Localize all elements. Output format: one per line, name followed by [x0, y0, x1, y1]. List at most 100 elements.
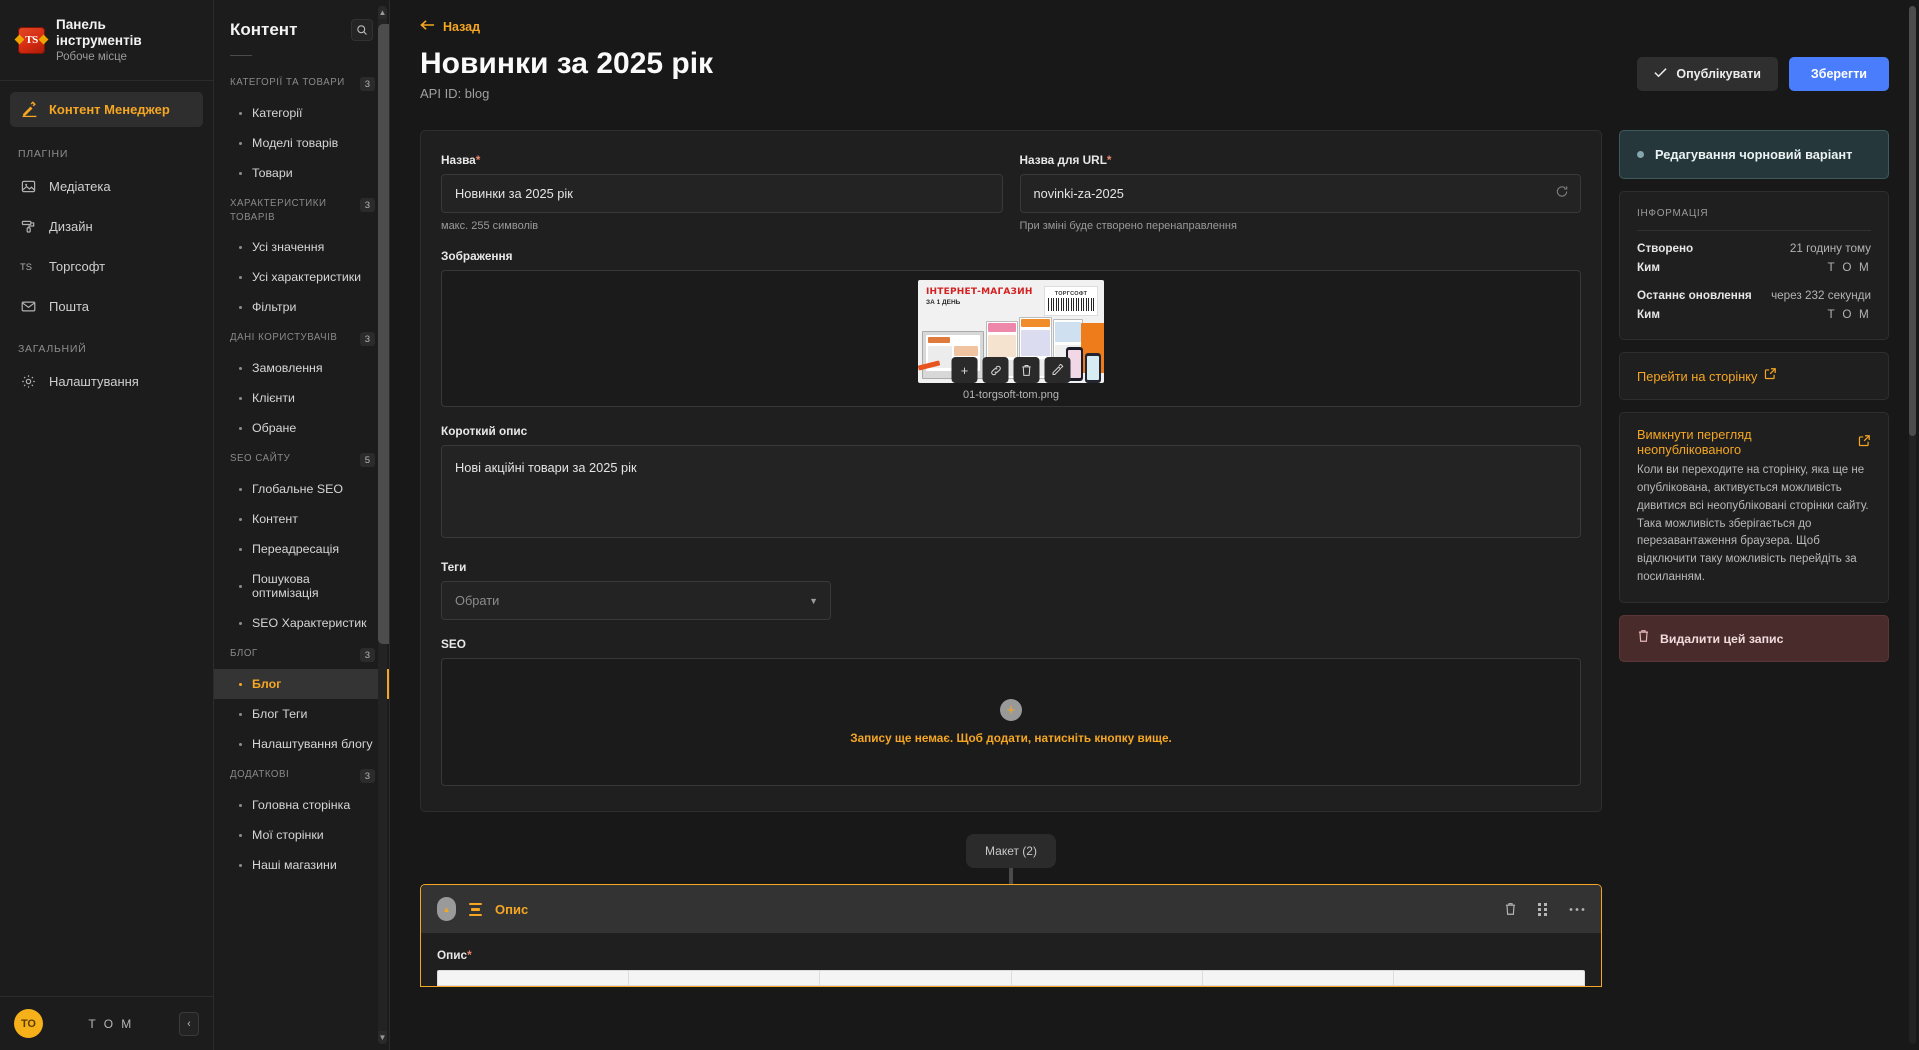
search-icon[interactable] — [351, 19, 373, 41]
info-card-title: ІНФОРМАЦІЯ — [1637, 208, 1871, 232]
bullet-icon — [239, 682, 242, 686]
url-input[interactable] — [1019, 174, 1581, 214]
refresh-icon[interactable] — [1555, 184, 1569, 203]
sidebar-group-general-label: ЗАГАЛЬНИЙ — [18, 342, 87, 355]
nav-item-blog-settings[interactable]: Налаштування блогу — [214, 729, 389, 759]
image-label: Зображення — [441, 249, 513, 264]
layout-section: Макет (2) ▲ Опис Опис* — [420, 834, 1602, 988]
nav-item-seo-content[interactable]: Контент — [214, 504, 389, 534]
scrollbar-thumb[interactable] — [1909, 6, 1916, 436]
nav-item-our-stores[interactable]: Наші магазини — [214, 850, 389, 880]
nav-item-home-page[interactable]: Головна сторінка — [214, 790, 389, 820]
name-input[interactable] — [441, 174, 1003, 214]
info-card: ІНФОРМАЦІЯ Створено 21 годину тому Ким Т… — [1619, 191, 1889, 341]
external-link-icon — [1858, 434, 1871, 450]
tags-group: Теги Обрати ▼ — [441, 560, 1581, 621]
tags-select-placeholder: Обрати — [455, 593, 500, 609]
tags-select[interactable]: Обрати ▼ — [441, 581, 831, 621]
nav-item-favorites[interactable]: Обране — [214, 413, 389, 443]
info-row: Створено 21 годину тому — [1637, 242, 1871, 255]
required-marker: * — [467, 948, 472, 963]
rich-text-toolbar[interactable] — [437, 970, 1585, 987]
save-button[interactable]: Зберегти — [1788, 57, 1889, 91]
info-row-key: Створено — [1637, 242, 1694, 256]
main-form-card: Назва* макс. 255 символів Назва для URL* — [420, 130, 1602, 813]
image-thumbnail-wrap: ІНТЕРНЕТ-МАГАЗИН ЗА 1 ДЕНЬ ТОРГСОФТ + — [918, 280, 1104, 384]
bullet-icon — [239, 863, 242, 867]
content-nav-scrollbar[interactable]: ▲ ▼ — [378, 6, 389, 1044]
sidebar-item-settings[interactable]: Налаштування — [10, 364, 203, 399]
nav-item-label: Клієнти — [252, 391, 295, 406]
delete-entry-button[interactable]: Видалити цей запис — [1619, 615, 1889, 663]
nav-item-search-optimization[interactable]: Пошукова оптимізація — [214, 564, 389, 608]
name-url-row: Назва* макс. 255 символів Назва для URL* — [441, 153, 1581, 249]
seo-empty-state: + Запису ще немає. Щоб додати, натисніть… — [441, 658, 1581, 787]
scroll-down-arrow-icon[interactable]: ▼ — [378, 1031, 387, 1044]
paint-roller-icon — [20, 218, 37, 235]
name-label-text: Назва — [441, 153, 476, 168]
nav-item-all-attributes[interactable]: Усі характеристики — [214, 262, 389, 292]
nav-item-global-seo[interactable]: Глобальне SEO — [214, 474, 389, 504]
nav-item-filters[interactable]: Фільтри — [214, 292, 389, 322]
plus-icon[interactable]: + — [951, 357, 978, 384]
grid-dots-icon[interactable] — [1537, 902, 1549, 917]
nav-item-products[interactable]: Товари — [214, 158, 389, 188]
nav-item-label: Товари — [252, 166, 293, 180]
nav-item-label: Глобальне SEO — [252, 482, 344, 497]
sidebar-item-label: Пошта — [49, 298, 90, 314]
scroll-up-arrow-icon[interactable]: ▲ — [378, 6, 387, 19]
chevron-left-icon[interactable]: ‹ — [179, 1011, 199, 1036]
nav-item-label: Переадресація — [252, 542, 340, 557]
thumb-title: ІНТЕРНЕТ-МАГАЗИН — [926, 287, 1033, 298]
sidebar-item-media-library[interactable]: Медіатека — [10, 169, 203, 204]
sidebar-item-label: Контент Менеджер — [49, 101, 170, 117]
nav-item-seo-attributes[interactable]: SEO Характеристик — [214, 608, 389, 638]
scrollbar-thumb[interactable] — [378, 24, 389, 644]
back-button[interactable]: Назад — [420, 19, 480, 34]
nav-item-label: Усі характеристики — [252, 270, 362, 285]
left-sidebar-body: Контент Менеджер ПЛАГІНИ Медіатека Дизай… — [0, 81, 213, 996]
trash-icon[interactable] — [1504, 902, 1517, 916]
plus-icon[interactable]: + — [1000, 699, 1022, 722]
bullet-icon — [239, 547, 242, 551]
menu-lines-icon[interactable] — [469, 902, 482, 917]
logo-text: TS — [25, 34, 38, 47]
goto-page-link[interactable]: Перейти на сторінку — [1619, 352, 1889, 401]
nav-item-blog-tags[interactable]: Блог Теги — [214, 699, 389, 729]
nav-item-clients[interactable]: Клієнти — [214, 383, 389, 413]
brand-header[interactable]: TS Панель інструментів Робоче місце — [0, 0, 213, 81]
main-scrollbar[interactable] — [1909, 6, 1916, 1044]
divider — [230, 55, 252, 56]
short-description-textarea[interactable] — [441, 445, 1581, 539]
nav-item-categories[interactable]: Категорії — [214, 98, 389, 128]
sidebar-item-mail[interactable]: Пошта — [10, 289, 203, 324]
status-badge: Редагування чорновий варіант — [1619, 130, 1889, 180]
nav-item-redirects[interactable]: Переадресація — [214, 534, 389, 564]
sidebar-item-torgsoft[interactable]: TS Торгсофт — [10, 249, 203, 284]
trash-icon[interactable] — [1013, 357, 1040, 384]
nav-section-header: ХАРАКТЕРИСТИКИ ТОВАРІВ 3 — [214, 188, 389, 232]
chevron-up-icon[interactable]: ▲ — [437, 897, 456, 922]
publish-button[interactable]: Опублікувати — [1637, 57, 1778, 91]
sidebar-item-design[interactable]: Дизайн — [10, 209, 203, 244]
nav-item-product-models[interactable]: Моделі товарів — [214, 128, 389, 158]
description-field-label: Опис* — [437, 948, 1585, 962]
nav-item-label: Моделі товарів — [252, 136, 339, 150]
thumb-badge-text: ТОРГСОФТ — [1054, 291, 1088, 298]
layout-tab[interactable]: Макет (2) — [966, 834, 1056, 869]
nav-item-orders[interactable]: Замовлення — [214, 353, 389, 383]
nav-item-my-pages[interactable]: Мої сторінки — [214, 820, 389, 850]
image-dropzone[interactable]: ІНТЕРНЕТ-МАГАЗИН ЗА 1 ДЕНЬ ТОРГСОФТ + 01… — [441, 270, 1581, 408]
nav-item-blog[interactable]: Блог — [214, 669, 389, 700]
bullet-icon — [239, 712, 242, 716]
more-horizontal-icon[interactable] — [1569, 907, 1585, 912]
pencil-icon[interactable] — [1044, 357, 1071, 384]
preview-note-link[interactable]: Вимкнути перегляд неопублікованого — [1637, 427, 1871, 457]
nav-item-all-values[interactable]: Усі значення — [214, 232, 389, 262]
link-icon[interactable] — [982, 357, 1009, 384]
avatar[interactable]: ТО — [14, 1009, 43, 1038]
status-dot-icon — [1637, 151, 1644, 159]
sidebar-item-content-manager[interactable]: Контент Менеджер — [10, 91, 203, 127]
bullet-icon — [239, 517, 242, 521]
nav-item-label: Пошукова оптимізація — [252, 572, 319, 601]
